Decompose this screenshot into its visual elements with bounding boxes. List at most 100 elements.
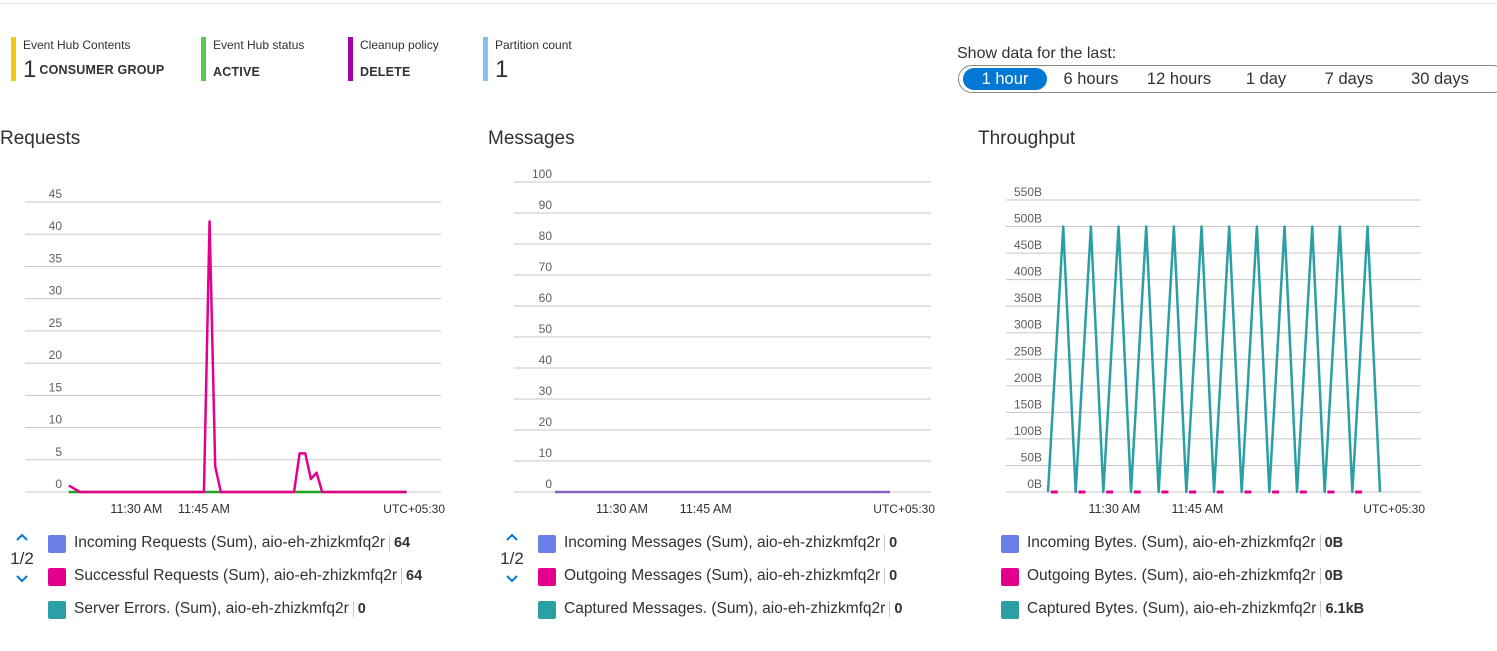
y-tick-label: 400B: [1014, 265, 1042, 279]
tile-color-bar: [483, 37, 488, 81]
y-tick-label: 40: [539, 353, 553, 367]
timezone-label: UTC+05:30: [873, 502, 935, 516]
chevron-down-icon[interactable]: [7, 572, 37, 586]
timezone-label: UTC+05:30: [383, 502, 445, 516]
timeframe-option-30-days[interactable]: 30 days: [1397, 68, 1483, 90]
throughput-plot[interactable]: 0B 50B 100B 150B 200B 250B 300B 350B 400B 450B 500…: [978, 163, 1448, 523]
y-tick-label: 0: [545, 477, 552, 491]
y-tick-label: 40: [49, 219, 63, 233]
tile-cleanup-policy: Cleanup policy DELETE: [348, 37, 439, 81]
y-tick-label: 200B: [1014, 371, 1042, 385]
legend-swatch: [48, 535, 66, 553]
timeframe-option-12-hours[interactable]: 12 hours: [1137, 68, 1221, 90]
y-tick-label: 30: [539, 384, 553, 398]
legend-value: 0: [884, 568, 898, 584]
tile-event-hub-status: Event Hub status ACTIVE: [201, 37, 304, 81]
timeframe-option-1-hour[interactable]: 1 hour: [963, 68, 1047, 90]
legend-page-indicator: 1/2: [10, 549, 34, 568]
timeframe-selector: Show data for the last: 1 hour 6 hours 1…: [957, 44, 1497, 93]
timeframe-pill-group: 1 hour 6 hours 12 hours 1 day 7 days 30 …: [958, 65, 1497, 93]
legend-swatch: [48, 568, 66, 586]
y-tick-label: 100B: [1014, 424, 1042, 438]
chevron-down-icon[interactable]: [497, 572, 527, 586]
y-tick-label: 150B: [1014, 397, 1042, 411]
chart-title: Requests: [0, 128, 81, 149]
legend-label: Captured Messages. (Sum), aio-eh-zhizkmf…: [564, 600, 886, 617]
y-tick-label: 45: [49, 187, 63, 201]
y-tick-label: 70: [539, 260, 553, 274]
x-tick-label: 11:30 AM: [1088, 502, 1140, 516]
tile-unit: CONSUMER GROUP: [39, 63, 165, 77]
tile-unit: DELETE: [360, 65, 411, 79]
timeframe-option-7-days[interactable]: 7 days: [1311, 68, 1387, 90]
y-tick-label: 250B: [1014, 344, 1042, 358]
legend-value: 0: [884, 535, 898, 551]
legend-value: 6.1kB: [1320, 601, 1365, 617]
timeframe-option-6-hours[interactable]: 6 hours: [1051, 68, 1131, 90]
y-tick-label: 550B: [1014, 185, 1042, 199]
x-tick-label: 11:30 AM: [596, 502, 648, 516]
chevron-up-icon[interactable]: [7, 530, 37, 544]
x-tick-label: 11:30 AM: [110, 502, 162, 516]
tile-label: Partition count: [495, 38, 572, 52]
y-tick-label: 100: [532, 167, 552, 181]
legend-page-indicator: 1/2: [500, 549, 524, 568]
y-tick-label: 25: [49, 316, 63, 330]
legend-label: Incoming Messages (Sum), aio-eh-zhizkmfq…: [564, 534, 881, 551]
legend-label: Captured Bytes. (Sum), aio-eh-zhizkmfq2r: [1027, 600, 1317, 617]
y-tick-label: 30: [49, 284, 63, 298]
y-tick-label: 20: [539, 415, 553, 429]
legend-swatch: [1001, 568, 1019, 586]
x-tick-label: 11:45 AM: [1171, 502, 1223, 516]
legend-label: Incoming Bytes. (Sum), aio-eh-zhizkmfq2r: [1027, 534, 1316, 551]
legend-swatch: [1001, 601, 1019, 619]
timeframe-option-1-day[interactable]: 1 day: [1231, 68, 1301, 90]
top-divider: [0, 3, 1497, 4]
tile-label: Event Hub status: [213, 38, 305, 52]
messages-plot[interactable]: 0 10 20 30 40 50 60 70 80 90 100 11:30 AM 11:45 AM UT…: [488, 163, 948, 523]
y-tick-label: 500B: [1014, 212, 1042, 226]
tile-label: Cleanup policy: [360, 38, 439, 52]
chevron-up-icon[interactable]: [497, 530, 527, 544]
messages-legend-pager: 1/2: [497, 530, 527, 586]
tile-value: 1: [23, 56, 37, 83]
y-tick-label: 10: [539, 446, 553, 460]
tile-color-bar: [11, 37, 16, 81]
y-tick-label: 0B: [1027, 477, 1042, 491]
series-successful-requestsline: [68, 220, 407, 494]
x-tick-label: 11:45 AM: [178, 502, 230, 516]
y-tick-label: 80: [539, 229, 553, 243]
legend-swatch: [1001, 535, 1019, 553]
tile-unit: ACTIVE: [213, 65, 261, 79]
y-tick-label: 60: [539, 291, 553, 305]
y-tick-label: 20: [49, 348, 63, 362]
timeframe-title: Show data for the last:: [957, 45, 1117, 62]
chart-title: Messages: [488, 128, 575, 149]
legend-label: Server Errors. (Sum), aio-eh-zhizkmfq2r: [74, 600, 349, 617]
y-tick-label: 10: [49, 413, 63, 427]
legend-swatch: [538, 535, 556, 553]
legend-value: 0: [352, 601, 366, 617]
legend-value: 64: [401, 568, 423, 584]
requests-plot[interactable]: 0 5 10 15 20 25 30 35 40 45 11:30 AM 11:45 AM UTC+05…: [0, 163, 460, 523]
tile-partition-count: Partition count 1: [483, 37, 572, 83]
legend-label: Outgoing Messages (Sum), aio-eh-zhizkmfq…: [564, 567, 881, 584]
x-tick-label: 11:45 AM: [680, 502, 732, 516]
y-tick-label: 5: [55, 445, 62, 459]
legend-label: Incoming Requests (Sum), aio-eh-zhizkmfq…: [74, 534, 385, 551]
legend-swatch: [48, 601, 66, 619]
legend-value: 0B: [1319, 535, 1344, 551]
y-tick-label: 450B: [1014, 238, 1042, 252]
tile-value: 1: [495, 56, 509, 83]
legend-value: 0B: [1319, 568, 1344, 584]
legend-value: 64: [388, 535, 411, 551]
tile-event-hub-contents: Event Hub Contents 1 CONSUMER GROUP: [11, 37, 165, 83]
y-tick-label: 350B: [1014, 291, 1042, 305]
legend-swatch: [538, 568, 556, 586]
y-tick-label: 0: [55, 477, 62, 491]
legend-swatch: [538, 601, 556, 619]
requests-legend-pager: 1/2: [7, 530, 37, 586]
legend-label: Outgoing Bytes. (Sum), aio-eh-zhizkmfq2r: [1027, 567, 1316, 584]
y-tick-label: 50B: [1021, 450, 1042, 464]
timezone-label: UTC+05:30: [1363, 502, 1425, 516]
